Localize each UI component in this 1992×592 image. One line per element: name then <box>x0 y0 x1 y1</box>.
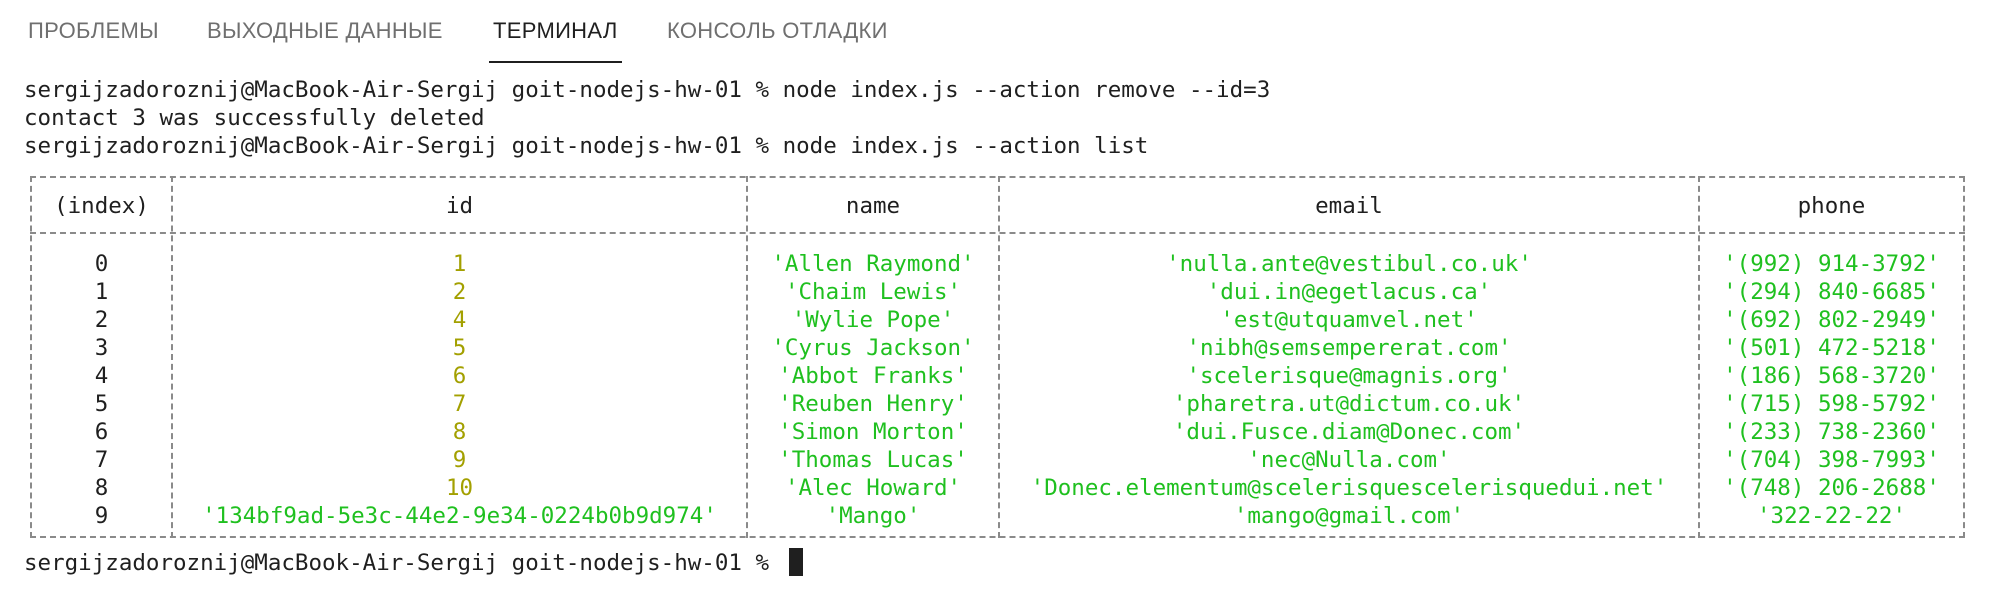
table-cell-email: 'nec@Nulla.com' <box>1247 447 1451 473</box>
table-cell-id: 10 <box>445 475 474 501</box>
table-cell-email: 'nulla.ante@vestibul.co.uk' <box>1166 251 1532 277</box>
terminal-line: sergijzadoroznij@MacBook-Air-Sergij goit… <box>24 77 1271 103</box>
table-cell-email: 'nibh@semsempererat.com' <box>1186 335 1512 361</box>
table-cell-name: 'Abbot Franks' <box>778 363 968 389</box>
table-cell-id: 8 <box>452 419 467 445</box>
table-cell-email: 'mango@gmail.com' <box>1233 503 1465 529</box>
table-cell-index: 0 <box>94 251 109 277</box>
tab-terminal[interactable]: ТЕРМИНАЛ <box>493 18 618 44</box>
table-header-email: email <box>1315 193 1383 219</box>
table-cell-name: 'Mango' <box>825 503 921 529</box>
tab-problems[interactable]: ПРОБЛЕМЫ <box>28 18 159 44</box>
table-cell-name: 'Allen Raymond' <box>771 251 975 277</box>
table-cell-email: 'est@utquamvel.net' <box>1220 307 1478 333</box>
tab-debug-console[interactable]: КОНСОЛЬ ОТЛАДКИ <box>667 18 888 44</box>
prompt-text: sergijzadoroznij@MacBook-Air-Sergij goit… <box>24 550 783 576</box>
table-header-phone: phone <box>1797 193 1866 219</box>
table-cell-index: 8 <box>94 475 109 501</box>
console-table: (index) id name email phone 0 1 'Allen Raymond'… <box>30 176 1965 538</box>
table-cell-phone: '(233) 738-2360' <box>1723 419 1940 445</box>
terminal-line: contact 3 was successfully deleted <box>24 105 485 131</box>
table-cell-name: 'Simon Morton' <box>778 419 968 445</box>
table-cell-phone: '322-22-22' <box>1756 503 1906 529</box>
tab-output[interactable]: ВЫХОДНЫЕ ДАННЫЕ <box>207 18 443 44</box>
terminal-prompt[interactable]: sergijzadoroznij@MacBook-Air-Sergij goit… <box>24 548 803 577</box>
terminal-line: sergijzadoroznij@MacBook-Air-Sergij goit… <box>24 133 1149 159</box>
table-cell-phone: '(748) 206-2688' <box>1723 475 1940 501</box>
table-header-name: name <box>845 193 901 219</box>
table-cell-index: 5 <box>94 391 109 417</box>
terminal-output[interactable]: sergijzadoroznij@MacBook-Air-Sergij goit… <box>0 64 1992 592</box>
table-cell-email: 'pharetra.ut@dictum.co.uk' <box>1172 391 1526 417</box>
table-cell-name: 'Cyrus Jackson' <box>771 335 975 361</box>
table-cell-phone: '(294) 840-6685' <box>1723 279 1940 305</box>
text-cursor <box>788 548 803 576</box>
table-cell-id: 2 <box>452 279 467 305</box>
table-cell-phone: '(501) 472-5218' <box>1723 335 1940 361</box>
table-cell-id: 5 <box>452 335 467 361</box>
table-cell-phone: '(186) 568-3720' <box>1723 363 1940 389</box>
table-cell-name: 'Reuben Henry' <box>778 391 968 417</box>
table-cell-index: 3 <box>94 335 109 361</box>
table-header-index: (index) <box>54 193 149 219</box>
table-cell-id: 7 <box>452 391 467 417</box>
table-cell-index: 9 <box>94 503 109 529</box>
table-cell-name: 'Wylie Pope' <box>791 307 955 333</box>
table-cell-phone: '(992) 914-3792' <box>1723 251 1940 277</box>
table-cell-name: 'Thomas Lucas' <box>778 447 968 473</box>
table-cell-index: 7 <box>94 447 109 473</box>
table-cell-email: 'dui.in@egetlacus.ca' <box>1206 279 1492 305</box>
table-cell-index: 2 <box>94 307 109 333</box>
table-column-divider <box>1963 176 1965 538</box>
table-cell-email: 'scelerisque@magnis.org' <box>1186 363 1512 389</box>
table-cell-index: 1 <box>94 279 109 305</box>
table-cell-id: '134bf9ad-5e3c-44e2-9e34-0224b0b9d974' <box>202 503 717 529</box>
table-cell-phone: '(704) 398-7993' <box>1723 447 1940 473</box>
panel-tabs: ПРОБЛЕМЫ ВЫХОДНЫЕ ДАННЫЕ ТЕРМИНАЛ КОНСОЛ… <box>0 0 1992 64</box>
active-tab-indicator <box>489 61 622 63</box>
table-cell-email: 'Donec.elementum@scelerisquescelerisqued… <box>1030 475 1668 501</box>
table-cell-id: 4 <box>452 307 467 333</box>
table-cell-name: 'Alec Howard' <box>784 475 962 501</box>
table-cell-phone: '(692) 802-2949' <box>1723 307 1940 333</box>
table-cell-index: 4 <box>94 363 109 389</box>
table-cell-id: 9 <box>452 447 467 473</box>
table-cell-name: 'Chaim Lewis' <box>784 279 962 305</box>
table-cell-id: 1 <box>452 251 467 277</box>
table-cell-email: 'dui.Fusce.diam@Donec.com' <box>1172 419 1526 445</box>
table-cell-id: 6 <box>452 363 467 389</box>
table-header-id: id <box>445 193 474 219</box>
table-cell-phone: '(715) 598-5792' <box>1723 391 1940 417</box>
table-cell-index: 6 <box>94 419 109 445</box>
